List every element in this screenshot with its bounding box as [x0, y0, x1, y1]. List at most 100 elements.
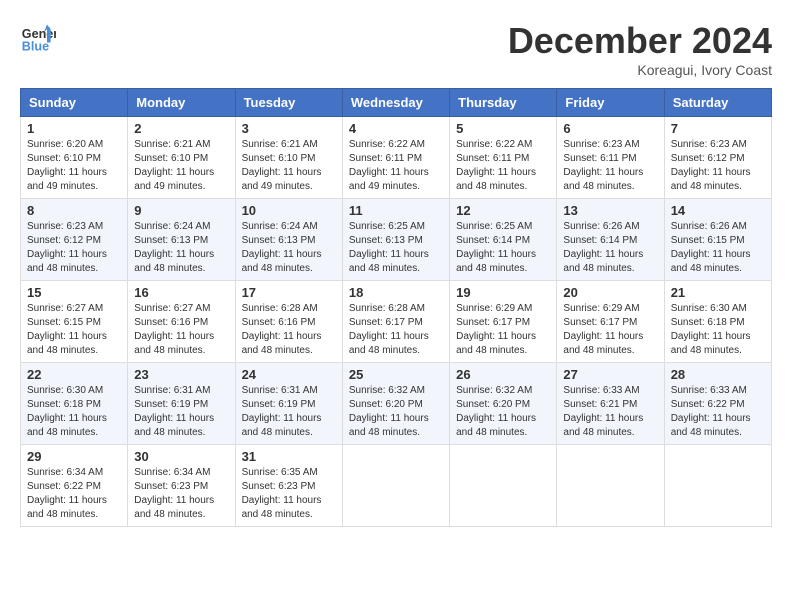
- day-info: Sunrise: 6:34 AMSunset: 6:23 PMDaylight:…: [134, 466, 228, 522]
- calendar-cell: 26 Sunrise: 6:32 AMSunset: 6:20 PMDaylig…: [450, 363, 557, 445]
- svg-text:Blue: Blue: [22, 40, 49, 54]
- day-info: Sunrise: 6:26 AMSunset: 6:15 PMDaylight:…: [671, 220, 765, 276]
- calendar-cell: 30 Sunrise: 6:34 AMSunset: 6:23 PMDaylig…: [128, 445, 235, 527]
- day-number: 17: [242, 285, 336, 300]
- calendar-week-row: 15 Sunrise: 6:27 AMSunset: 6:15 PMDaylig…: [21, 281, 772, 363]
- calendar-cell: 29 Sunrise: 6:34 AMSunset: 6:22 PMDaylig…: [21, 445, 128, 527]
- day-number: 12: [456, 203, 550, 218]
- column-header-tuesday: Tuesday: [235, 89, 342, 117]
- column-header-thursday: Thursday: [450, 89, 557, 117]
- calendar-cell: 25 Sunrise: 6:32 AMSunset: 6:20 PMDaylig…: [342, 363, 449, 445]
- day-number: 14: [671, 203, 765, 218]
- calendar-cell: 11 Sunrise: 6:25 AMSunset: 6:13 PMDaylig…: [342, 199, 449, 281]
- calendar-cell: 20 Sunrise: 6:29 AMSunset: 6:17 PMDaylig…: [557, 281, 664, 363]
- calendar-week-row: 22 Sunrise: 6:30 AMSunset: 6:18 PMDaylig…: [21, 363, 772, 445]
- calendar-cell: 16 Sunrise: 6:27 AMSunset: 6:16 PMDaylig…: [128, 281, 235, 363]
- calendar-cell: 14 Sunrise: 6:26 AMSunset: 6:15 PMDaylig…: [664, 199, 771, 281]
- calendar-cell: 21 Sunrise: 6:30 AMSunset: 6:18 PMDaylig…: [664, 281, 771, 363]
- day-info: Sunrise: 6:29 AMSunset: 6:17 PMDaylight:…: [563, 302, 657, 358]
- day-number: 11: [349, 203, 443, 218]
- day-info: Sunrise: 6:21 AMSunset: 6:10 PMDaylight:…: [242, 138, 336, 194]
- calendar-cell: 23 Sunrise: 6:31 AMSunset: 6:19 PMDaylig…: [128, 363, 235, 445]
- day-number: 28: [671, 367, 765, 382]
- calendar-cell: [664, 445, 771, 527]
- calendar-cell: 10 Sunrise: 6:24 AMSunset: 6:13 PMDaylig…: [235, 199, 342, 281]
- day-info: Sunrise: 6:22 AMSunset: 6:11 PMDaylight:…: [456, 138, 550, 194]
- day-number: 6: [563, 121, 657, 136]
- day-number: 15: [27, 285, 121, 300]
- day-number: 22: [27, 367, 121, 382]
- day-number: 21: [671, 285, 765, 300]
- day-info: Sunrise: 6:33 AMSunset: 6:21 PMDaylight:…: [563, 384, 657, 440]
- logo-icon: General Blue: [20, 20, 56, 56]
- day-info: Sunrise: 6:23 AMSunset: 6:12 PMDaylight:…: [27, 220, 121, 276]
- calendar-cell: 1 Sunrise: 6:20 AMSunset: 6:10 PMDayligh…: [21, 117, 128, 199]
- day-info: Sunrise: 6:27 AMSunset: 6:15 PMDaylight:…: [27, 302, 121, 358]
- day-number: 3: [242, 121, 336, 136]
- day-number: 25: [349, 367, 443, 382]
- calendar-cell: 7 Sunrise: 6:23 AMSunset: 6:12 PMDayligh…: [664, 117, 771, 199]
- day-info: Sunrise: 6:23 AMSunset: 6:12 PMDaylight:…: [671, 138, 765, 194]
- page-header: General Blue December 2024 Koreagui, Ivo…: [20, 20, 772, 78]
- day-number: 24: [242, 367, 336, 382]
- location: Koreagui, Ivory Coast: [508, 62, 772, 78]
- day-number: 16: [134, 285, 228, 300]
- calendar-cell: 4 Sunrise: 6:22 AMSunset: 6:11 PMDayligh…: [342, 117, 449, 199]
- day-info: Sunrise: 6:31 AMSunset: 6:19 PMDaylight:…: [134, 384, 228, 440]
- calendar-cell: 19 Sunrise: 6:29 AMSunset: 6:17 PMDaylig…: [450, 281, 557, 363]
- day-info: Sunrise: 6:24 AMSunset: 6:13 PMDaylight:…: [242, 220, 336, 276]
- day-number: 13: [563, 203, 657, 218]
- day-info: Sunrise: 6:28 AMSunset: 6:16 PMDaylight:…: [242, 302, 336, 358]
- day-info: Sunrise: 6:22 AMSunset: 6:11 PMDaylight:…: [349, 138, 443, 194]
- calendar-cell: 22 Sunrise: 6:30 AMSunset: 6:18 PMDaylig…: [21, 363, 128, 445]
- column-header-wednesday: Wednesday: [342, 89, 449, 117]
- day-info: Sunrise: 6:23 AMSunset: 6:11 PMDaylight:…: [563, 138, 657, 194]
- day-info: Sunrise: 6:32 AMSunset: 6:20 PMDaylight:…: [349, 384, 443, 440]
- day-info: Sunrise: 6:31 AMSunset: 6:19 PMDaylight:…: [242, 384, 336, 440]
- calendar-cell: 12 Sunrise: 6:25 AMSunset: 6:14 PMDaylig…: [450, 199, 557, 281]
- column-header-monday: Monday: [128, 89, 235, 117]
- calendar-cell: 27 Sunrise: 6:33 AMSunset: 6:21 PMDaylig…: [557, 363, 664, 445]
- day-info: Sunrise: 6:27 AMSunset: 6:16 PMDaylight:…: [134, 302, 228, 358]
- day-info: Sunrise: 6:28 AMSunset: 6:17 PMDaylight:…: [349, 302, 443, 358]
- day-info: Sunrise: 6:24 AMSunset: 6:13 PMDaylight:…: [134, 220, 228, 276]
- day-info: Sunrise: 6:34 AMSunset: 6:22 PMDaylight:…: [27, 466, 121, 522]
- calendar-cell: [342, 445, 449, 527]
- day-info: Sunrise: 6:35 AMSunset: 6:23 PMDaylight:…: [242, 466, 336, 522]
- calendar-cell: 2 Sunrise: 6:21 AMSunset: 6:10 PMDayligh…: [128, 117, 235, 199]
- day-info: Sunrise: 6:32 AMSunset: 6:20 PMDaylight:…: [456, 384, 550, 440]
- day-info: Sunrise: 6:20 AMSunset: 6:10 PMDaylight:…: [27, 138, 121, 194]
- calendar-cell: 24 Sunrise: 6:31 AMSunset: 6:19 PMDaylig…: [235, 363, 342, 445]
- calendar-cell: 3 Sunrise: 6:21 AMSunset: 6:10 PMDayligh…: [235, 117, 342, 199]
- calendar-header-row: SundayMondayTuesdayWednesdayThursdayFrid…: [21, 89, 772, 117]
- calendar-cell: 6 Sunrise: 6:23 AMSunset: 6:11 PMDayligh…: [557, 117, 664, 199]
- column-header-friday: Friday: [557, 89, 664, 117]
- day-info: Sunrise: 6:25 AMSunset: 6:13 PMDaylight:…: [349, 220, 443, 276]
- day-number: 18: [349, 285, 443, 300]
- day-info: Sunrise: 6:25 AMSunset: 6:14 PMDaylight:…: [456, 220, 550, 276]
- calendar-cell: 9 Sunrise: 6:24 AMSunset: 6:13 PMDayligh…: [128, 199, 235, 281]
- calendar-cell: 18 Sunrise: 6:28 AMSunset: 6:17 PMDaylig…: [342, 281, 449, 363]
- day-info: Sunrise: 6:21 AMSunset: 6:10 PMDaylight:…: [134, 138, 228, 194]
- day-info: Sunrise: 6:30 AMSunset: 6:18 PMDaylight:…: [671, 302, 765, 358]
- day-number: 29: [27, 449, 121, 464]
- day-number: 23: [134, 367, 228, 382]
- logo: General Blue: [20, 20, 56, 56]
- day-number: 4: [349, 121, 443, 136]
- day-number: 1: [27, 121, 121, 136]
- day-number: 31: [242, 449, 336, 464]
- column-header-sunday: Sunday: [21, 89, 128, 117]
- calendar-cell: [450, 445, 557, 527]
- calendar-cell: 31 Sunrise: 6:35 AMSunset: 6:23 PMDaylig…: [235, 445, 342, 527]
- calendar-cell: 13 Sunrise: 6:26 AMSunset: 6:14 PMDaylig…: [557, 199, 664, 281]
- calendar-cell: 8 Sunrise: 6:23 AMSunset: 6:12 PMDayligh…: [21, 199, 128, 281]
- day-number: 9: [134, 203, 228, 218]
- day-number: 5: [456, 121, 550, 136]
- day-number: 27: [563, 367, 657, 382]
- day-number: 30: [134, 449, 228, 464]
- calendar-week-row: 8 Sunrise: 6:23 AMSunset: 6:12 PMDayligh…: [21, 199, 772, 281]
- day-info: Sunrise: 6:29 AMSunset: 6:17 PMDaylight:…: [456, 302, 550, 358]
- day-info: Sunrise: 6:33 AMSunset: 6:22 PMDaylight:…: [671, 384, 765, 440]
- calendar-cell: 15 Sunrise: 6:27 AMSunset: 6:15 PMDaylig…: [21, 281, 128, 363]
- calendar-cell: 28 Sunrise: 6:33 AMSunset: 6:22 PMDaylig…: [664, 363, 771, 445]
